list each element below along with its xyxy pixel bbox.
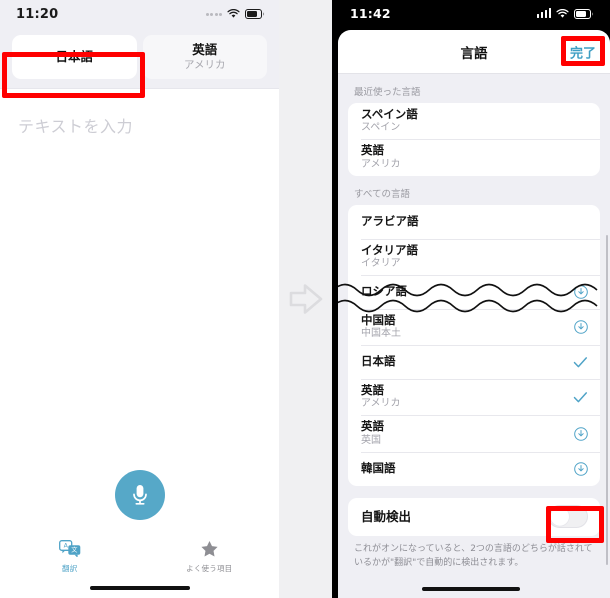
translate-icon: A 文 <box>58 540 81 561</box>
star-icon <box>200 540 219 561</box>
download-icon[interactable] <box>574 426 588 441</box>
battery-icon <box>574 4 594 23</box>
language-name: 日本語 <box>361 354 396 369</box>
list-item[interactable]: 日本語 <box>348 345 600 379</box>
signal-dots-icon <box>205 12 222 16</box>
left-status-time: 11:20 <box>16 6 59 22</box>
microphone-area <box>0 470 279 532</box>
target-language-subtitle: アメリカ <box>184 58 226 71</box>
transition-arrow-area <box>279 0 332 598</box>
arrow-right-icon <box>289 284 322 314</box>
language-name: 中国語 <box>361 312 396 327</box>
target-language-title: 英語 <box>192 42 218 58</box>
left-status-indicators <box>205 9 266 19</box>
battery-icon <box>245 9 265 19</box>
list-item[interactable]: 英語 英国 <box>348 415 600 451</box>
language-name: スペイン語 <box>361 107 418 121</box>
svg-text:文: 文 <box>71 546 77 554</box>
list-item[interactable]: 中国語 中国本土 <box>348 308 600 345</box>
screenshot-root: 11:20 日本語 英語 アメリカ テキストを入力 A 文 翻訳 よく使う項目 … <box>0 0 610 598</box>
check-icon <box>573 356 588 369</box>
list-item[interactable]: ロシア語 <box>348 274 600 309</box>
language-name: アラビア語 <box>361 213 419 228</box>
language-region: アメリカ <box>361 158 401 170</box>
target-language-tab[interactable]: 英語 アメリカ <box>142 35 267 79</box>
right-status-bar: 11:42 <box>332 0 610 26</box>
vertical-scrollbar[interactable] <box>605 235 608 565</box>
tab-favorites-label: よく使う項目 <box>186 564 233 573</box>
download-icon[interactable] <box>574 461 588 476</box>
list-item[interactable]: 英語 アメリカ <box>348 139 600 175</box>
all-section-header: すべての言語 <box>354 188 410 200</box>
wifi-icon <box>556 4 569 23</box>
page-title: 言語 <box>460 45 488 62</box>
tab-translate[interactable]: A 文 翻訳 <box>0 540 140 574</box>
tab-favorites[interactable]: よく使う項目 <box>140 540 280 574</box>
wifi-icon <box>227 9 240 19</box>
language-name: イタリア語 <box>361 242 419 257</box>
check-icon <box>573 391 588 404</box>
list-item[interactable]: イタリア語 イタリア <box>348 238 600 275</box>
text-input-area[interactable]: テキストを入力 <box>0 88 279 480</box>
left-status-bar: 11:20 <box>0 0 279 28</box>
all-languages-group-top: アラビア語 イタリア語 イタリア ロシア語 中国語 中国本土 日本語 英語 アメ… <box>348 204 600 486</box>
right-status-indicators <box>536 4 595 23</box>
recent-section-header: 最近使った言語 <box>354 87 421 98</box>
download-icon[interactable] <box>574 285 588 299</box>
download-icon[interactable] <box>574 320 588 334</box>
tab-translate-label: 翻訳 <box>62 564 78 573</box>
list-item[interactable]: アラビア語 <box>348 205 600 239</box>
recent-languages-group: スペイン語 スペイン 英語 アメリカ <box>348 103 600 176</box>
highlight-done-button <box>561 36 605 66</box>
microphone-button[interactable] <box>114 470 165 520</box>
language-region: 英国 <box>361 434 381 446</box>
list-item[interactable]: スペイン語 スペイン <box>348 103 600 139</box>
language-name: 英語 <box>361 383 384 398</box>
language-name: 韓国語 <box>361 460 396 475</box>
svg-text:A: A <box>63 543 68 550</box>
list-item[interactable]: 韓国語 <box>348 451 600 486</box>
language-name: ロシア語 <box>361 283 407 298</box>
signal-bars-icon <box>536 8 551 18</box>
list-item[interactable]: 英語 アメリカ <box>348 379 600 415</box>
language-region: スペイン <box>361 122 401 134</box>
language-region: アメリカ <box>361 398 401 410</box>
highlight-auto-detect-toggle <box>546 506 604 543</box>
highlight-source-language-tab <box>2 52 145 98</box>
home-indicator-left <box>89 585 190 590</box>
language-name: 英語 <box>361 419 384 434</box>
auto-detect-label: 自動検出 <box>361 509 412 525</box>
microphone-icon <box>132 485 147 505</box>
language-region: 中国本土 <box>361 328 401 340</box>
right-status-time: 11:42 <box>350 5 391 21</box>
home-indicator-right <box>422 586 520 591</box>
language-name: 英語 <box>361 143 384 158</box>
text-input-placeholder: テキストを入力 <box>18 117 134 136</box>
language-region: イタリア <box>361 257 401 269</box>
